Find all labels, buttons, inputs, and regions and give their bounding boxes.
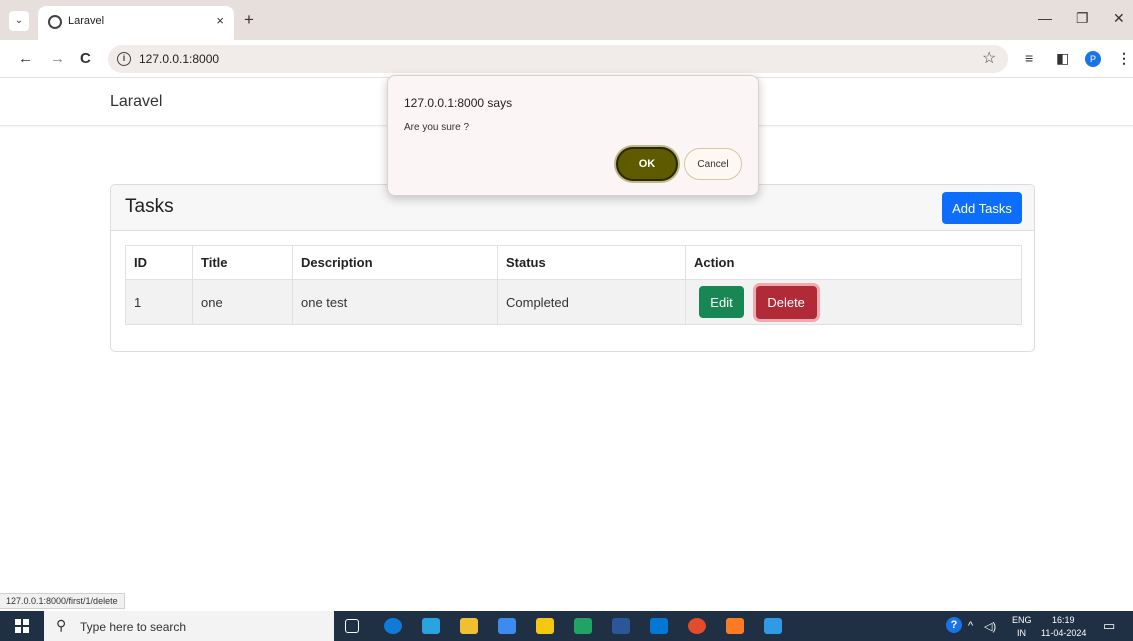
dropbox-icon[interactable] [498, 618, 516, 634]
vscode-icon[interactable] [764, 618, 782, 634]
bookmark-star-icon[interactable]: ☆ [982, 48, 996, 68]
start-logo-pane [15, 619, 21, 625]
chrome-icon[interactable] [688, 618, 706, 634]
tab-title: Laravel [68, 15, 105, 27]
clock-date[interactable]: 11-04-2024 [1041, 628, 1086, 638]
dialog-title: 127.0.0.1:8000 says [404, 96, 513, 110]
url-text: 127.0.0.1:8000 [139, 52, 220, 66]
tab-close-button[interactable]: × [216, 13, 224, 28]
navbar-brand[interactable]: Laravel [110, 93, 162, 111]
column-header-status: Status [497, 245, 686, 280]
tasks-card: Tasks Add Tasks ID Title Description Sta… [110, 184, 1035, 352]
windows-start-button[interactable] [15, 619, 29, 633]
task-view-icon[interactable] [345, 619, 359, 633]
volume-icon[interactable]: ◁) [984, 620, 996, 633]
xampp-icon[interactable] [726, 618, 744, 634]
input-region[interactable]: IN [1017, 628, 1026, 638]
tray-chevron-icon[interactable]: ^ [968, 620, 973, 632]
copilot-icon[interactable] [422, 618, 440, 634]
delete-button[interactable]: Delete [755, 285, 817, 319]
new-tab-button[interactable]: + [244, 10, 254, 30]
input-language[interactable]: ENG [1012, 615, 1032, 625]
ok-button[interactable]: OK [616, 147, 678, 181]
taskbar-search[interactable]: ⚲ Type here to search [44, 611, 334, 641]
help-icon[interactable]: ? [946, 617, 962, 633]
cell-id: 1 [125, 279, 193, 325]
address-bar[interactable]: i 127.0.0.1:8000 ☆ [108, 45, 1008, 73]
browser-tabstrip: ⌄ Laravel × + — ❐ ✕ [0, 0, 1133, 40]
start-logo-pane [23, 627, 29, 633]
profile-avatar[interactable]: P [1085, 51, 1101, 67]
word-icon[interactable] [612, 618, 630, 634]
cancel-button[interactable]: Cancel [684, 148, 742, 180]
card-title: Tasks [125, 196, 174, 217]
notifications-icon[interactable]: ▭ [1103, 618, 1115, 634]
calculator-icon[interactable] [460, 618, 478, 634]
reload-button[interactable]: C [80, 50, 91, 67]
taskbar-search-placeholder: Type here to search [80, 620, 187, 634]
edit-button[interactable]: Edit [699, 286, 744, 318]
table-header-row: ID Title Description Status Action [125, 245, 1022, 280]
forward-button[interactable]: → [50, 50, 65, 67]
close-window-button[interactable]: ✕ [1113, 10, 1125, 27]
column-header-id: ID [125, 245, 193, 280]
start-logo-pane [15, 627, 21, 633]
globe-icon [48, 15, 62, 29]
column-header-description: Description [292, 245, 498, 280]
add-tasks-button[interactable]: Add Tasks [942, 192, 1022, 224]
file-explorer-icon[interactable] [536, 618, 554, 634]
tasks-table: ID Title Description Status Action 1 one… [125, 245, 1022, 325]
back-button[interactable]: ← [18, 50, 33, 67]
column-header-action: Action [685, 245, 1022, 280]
mail-icon[interactable] [650, 618, 668, 634]
confirm-dialog: 127.0.0.1:8000 says Are you sure ? OK Ca… [387, 75, 759, 196]
table-row: 1 one one test Completed Edit Delete [125, 279, 1022, 325]
browser-toolbar: ← → C i 127.0.0.1:8000 ☆ ≡ ◧ P ⋮ [0, 40, 1133, 78]
cell-status: Completed [497, 279, 686, 325]
cell-description: one test [292, 279, 498, 325]
media-queue-icon[interactable]: ≡ [1025, 50, 1033, 66]
minimize-button[interactable]: — [1038, 10, 1052, 26]
site-info-icon[interactable]: i [117, 52, 131, 66]
dialog-message: Are you sure ? [404, 122, 470, 133]
side-panel-icon[interactable]: ◧ [1056, 50, 1069, 67]
search-icon: ⚲ [56, 617, 67, 633]
clock-time[interactable]: 16:19 [1052, 615, 1075, 625]
link-status-bar: 127.0.0.1:8000/first/1/delete [0, 593, 125, 609]
browser-tab-laravel[interactable]: Laravel × [38, 6, 234, 40]
windows-taskbar: ⚲ Type here to search ? ^ ◁) ENG IN 16:1… [0, 611, 1133, 641]
restore-button[interactable]: ❐ [1076, 10, 1089, 27]
start-logo-pane [23, 619, 29, 625]
cell-action: Edit Delete [685, 279, 1022, 325]
edge-icon[interactable] [384, 618, 402, 634]
excel-icon[interactable] [574, 618, 592, 634]
cell-title: one [192, 279, 293, 325]
browser-menu-icon[interactable]: ⋮ [1117, 50, 1131, 67]
tab-search-menu-button[interactable]: ⌄ [9, 11, 29, 31]
column-header-title: Title [192, 245, 293, 280]
